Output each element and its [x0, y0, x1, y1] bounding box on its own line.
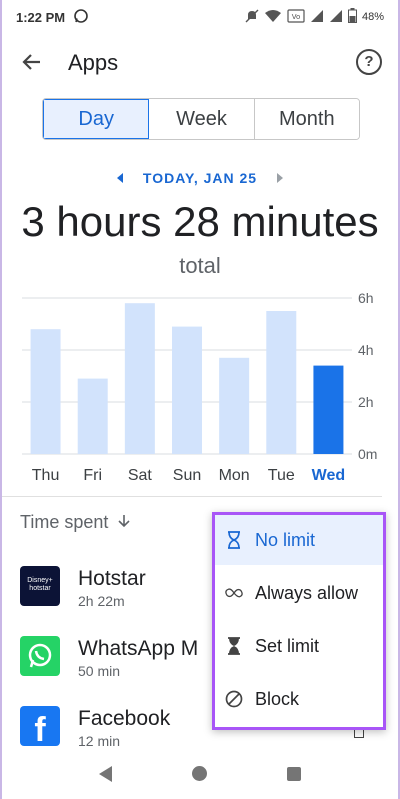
app-time: 2h 22m	[78, 593, 125, 609]
y-tick-label: 4h	[358, 342, 374, 358]
total-time: 3 hours 28 minutes	[21, 198, 379, 245]
menu-item-no-limit[interactable]: No limit	[215, 515, 383, 565]
bar-sat[interactable]	[124, 303, 155, 454]
battery-icon	[347, 8, 357, 26]
bar-sun[interactable]	[172, 326, 202, 454]
bar-fri[interactable]	[77, 378, 108, 454]
tab-day[interactable]: Day	[43, 99, 150, 139]
x-tick-label: Sat	[128, 467, 153, 484]
bar-thu[interactable]	[30, 329, 61, 454]
status-time: 1:22 PM	[16, 9, 66, 25]
usage-bar-chart: 0m 2h 4h 6h Thu Fri Sat Sun Mon Tue Wed	[22, 290, 377, 484]
page-title: Apps	[68, 50, 119, 75]
x-tick-label: Thu	[32, 467, 60, 484]
hotstar-icon-text: Disney+ hotstar	[27, 577, 53, 592]
block-icon	[225, 690, 243, 708]
x-tick-label: Fri	[83, 467, 102, 484]
status-icons: Vo 48%	[245, 8, 384, 26]
help-icon[interactable]: ?	[356, 49, 382, 75]
app-name: WhatsApp M	[78, 637, 199, 660]
x-tick-label: Tue	[268, 467, 295, 484]
date-label: TODAY, JAN 25	[142, 170, 258, 186]
signal-icon-2	[329, 9, 343, 26]
mute-icon	[245, 9, 259, 26]
hotstar-icon: Disney+ hotstar	[20, 566, 60, 606]
bar-wed[interactable]	[313, 365, 344, 454]
period-tabs: Day Week Month	[42, 98, 360, 140]
limit-dropdown-menu: No limit Always allow Set limit Block	[212, 512, 386, 730]
facebook-icon-letter: f	[34, 711, 46, 746]
system-nav-bar	[2, 748, 398, 799]
nav-home-icon[interactable]	[192, 766, 207, 781]
menu-item-block[interactable]: Block	[215, 674, 383, 724]
divider	[2, 496, 382, 497]
menu-item-label: Set limit	[255, 635, 320, 656]
previous-day-icon[interactable]	[116, 173, 123, 183]
battery-percent: 48%	[361, 11, 384, 23]
hourglass-outline-icon	[225, 531, 243, 549]
status-bar: 1:22 PM Vo 48%	[2, 0, 398, 34]
tab-week[interactable]: Week	[149, 99, 255, 139]
menu-item-always-allow[interactable]: Always allow	[215, 568, 383, 618]
date-navigator: TODAY, JAN 25	[2, 166, 398, 190]
menu-item-label: Always allow	[255, 582, 359, 603]
bar-tue[interactable]	[266, 311, 297, 454]
signal-icon	[310, 9, 324, 26]
y-tick-label: 6h	[358, 290, 374, 306]
next-day-icon[interactable]	[277, 173, 284, 183]
wifi-icon	[264, 9, 282, 26]
bar-mon[interactable]	[219, 357, 250, 454]
sort-label: Time spent	[20, 512, 109, 532]
back-arrow-icon[interactable]	[20, 50, 44, 74]
total-label: total	[179, 253, 221, 278]
x-tick-label: Wed	[312, 467, 345, 484]
volte-icon: Vo	[287, 8, 305, 26]
nav-back-icon[interactable]	[99, 765, 112, 782]
app-time: 50 min	[78, 663, 121, 679]
y-tick-label: 0m	[358, 446, 377, 462]
whatsapp-icon	[20, 636, 60, 676]
x-tick-label: Sun	[173, 467, 201, 484]
menu-item-label: No limit	[255, 529, 316, 550]
tab-month[interactable]: Month	[254, 99, 359, 139]
menu-item-label: Block	[255, 688, 300, 709]
infinity-icon	[225, 587, 243, 599]
menu-item-set-limit[interactable]: Set limit	[215, 621, 383, 671]
facebook-icon: f	[20, 706, 60, 746]
hourglass-icon	[225, 637, 243, 655]
app-name: Facebook	[78, 707, 171, 730]
nav-recents-icon[interactable]	[287, 766, 301, 781]
sort-arrow-down-icon	[118, 512, 130, 533]
app-bar: Apps ?	[2, 40, 398, 86]
sort-selector[interactable]: Time spent	[20, 512, 130, 533]
svg-text:Vo: Vo	[292, 13, 301, 21]
whatsapp-notification-icon	[73, 8, 89, 27]
app-name: Hotstar	[78, 567, 146, 590]
x-tick-label: Mon	[219, 467, 250, 484]
y-tick-label: 2h	[358, 394, 374, 410]
app-time: 12 min	[78, 733, 121, 749]
